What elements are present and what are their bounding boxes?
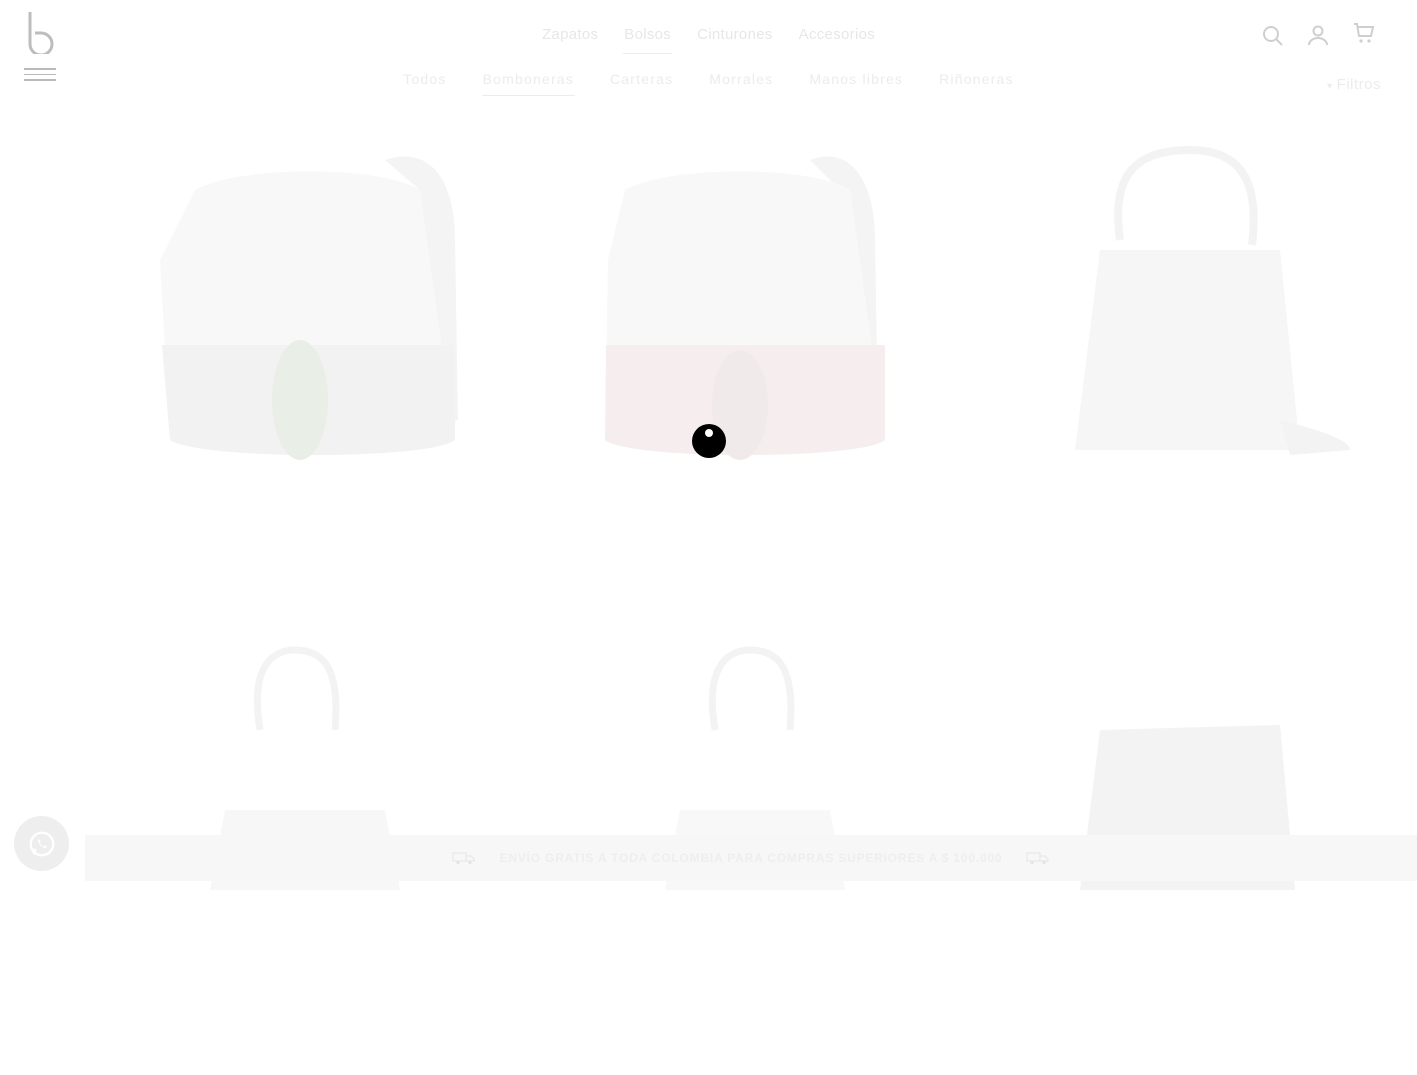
nav-item-accesorios[interactable]: Accesorios bbox=[798, 24, 876, 54]
main-nav: Zapatos Bolsos Cinturones Accesorios bbox=[0, 24, 1417, 54]
truck-icon bbox=[1026, 852, 1049, 865]
subnav-item-bomboneras[interactable]: Bomboneras bbox=[481, 70, 575, 96]
product-image bbox=[1075, 145, 1350, 455]
product-card[interactable] bbox=[990, 120, 1410, 560]
free-shipping-banner: ENVÍO GRATIS A TODA COLOMBIA PARA COMPRA… bbox=[85, 835, 1417, 881]
filters-toggle[interactable]: ▾ Filtros bbox=[1327, 76, 1381, 93]
product-image bbox=[160, 156, 458, 460]
truck-icon bbox=[452, 852, 475, 865]
subnav-item-rinoneras[interactable]: Riñoneras bbox=[938, 70, 1015, 96]
filters-label: Filtros bbox=[1336, 76, 1381, 93]
product-image bbox=[605, 156, 885, 460]
nav-item-cinturones[interactable]: Cinturones bbox=[696, 24, 774, 54]
product-card[interactable] bbox=[100, 120, 520, 560]
subnav-item-todos[interactable]: Todos bbox=[402, 70, 447, 96]
user-icon[interactable] bbox=[1306, 23, 1330, 47]
category-sub-nav: Todos Bomboneras Carteras Morrales Manos… bbox=[0, 70, 1417, 96]
whatsapp-icon bbox=[29, 831, 54, 856]
loading-spinner bbox=[692, 424, 726, 458]
search-icon[interactable] bbox=[1261, 24, 1285, 48]
nav-item-bolsos[interactable]: Bolsos bbox=[623, 24, 673, 54]
subnav-item-carteras[interactable]: Carteras bbox=[609, 70, 674, 96]
subnav-item-morrales[interactable]: Morrales bbox=[708, 70, 774, 96]
free-shipping-text: ENVÍO GRATIS A TODA COLOMBIA PARA COMPRA… bbox=[499, 851, 1003, 865]
chevron-down-icon: ▾ bbox=[1327, 81, 1333, 92]
product-card[interactable] bbox=[540, 120, 960, 560]
cart-icon[interactable] bbox=[1352, 21, 1376, 45]
nav-item-zapatos[interactable]: Zapatos bbox=[541, 24, 599, 54]
whatsapp-button[interactable] bbox=[14, 816, 69, 871]
subnav-item-manos-libres[interactable]: Manos libres bbox=[808, 70, 904, 96]
